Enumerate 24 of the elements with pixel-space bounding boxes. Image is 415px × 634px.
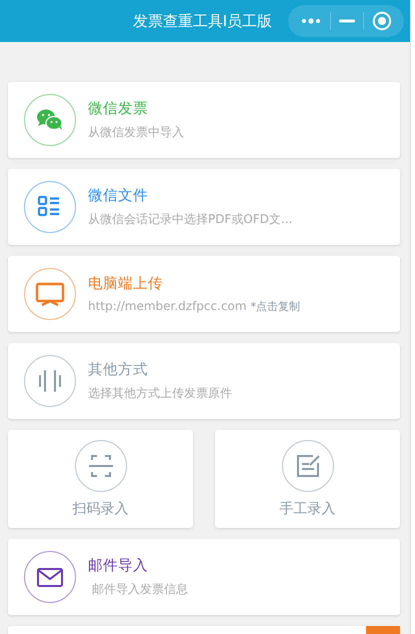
option-card[interactable]: 微信发票 从微信发票中导入 bbox=[8, 82, 400, 158]
option-description: 从微信会话记录中选择PDF或OFD文... bbox=[88, 211, 292, 228]
option-title: 手工录入 bbox=[280, 500, 336, 518]
option-card[interactable]: 扫码录入 bbox=[8, 430, 193, 528]
option-card[interactable]: 电脑端上传 http://member.dzfpcc.com *点击复制 bbox=[8, 256, 400, 332]
option-card[interactable]: 微信文件 从微信会话记录中选择PDF或OFD文... bbox=[8, 169, 400, 245]
option-title: 电脑端上传 bbox=[88, 275, 164, 293]
option-title: 邮件导入 bbox=[88, 557, 149, 575]
close-icon[interactable] bbox=[372, 11, 392, 31]
option-title: 微信文件 bbox=[88, 187, 149, 205]
option-title: 其他方式 bbox=[88, 360, 149, 379]
option-card[interactable]: 邮件导入 邮件导入发票信息 bbox=[8, 539, 400, 615]
option-description: http://member.dzfpcc.com bbox=[88, 299, 247, 313]
option-description: 选择其他方式上传发票原件 bbox=[88, 385, 232, 402]
app-title: 发票查重工具I员工版 bbox=[132, 12, 272, 30]
option-title: 扫码录入 bbox=[72, 500, 128, 518]
option-description: 从微信发票中导入 bbox=[88, 124, 184, 141]
option-card[interactable]: 手工录入 bbox=[215, 430, 400, 528]
option-card[interactable]: 其他方式 选择其他方式上传发票原件 bbox=[8, 343, 400, 419]
option-description: 邮件导入发票信息 bbox=[90, 581, 188, 598]
copy-hint[interactable]: *点击复制 bbox=[250, 299, 300, 314]
more-icon[interactable] bbox=[300, 16, 322, 26]
option-title: 微信发票 bbox=[88, 100, 149, 118]
minimize-icon[interactable] bbox=[339, 19, 355, 23]
